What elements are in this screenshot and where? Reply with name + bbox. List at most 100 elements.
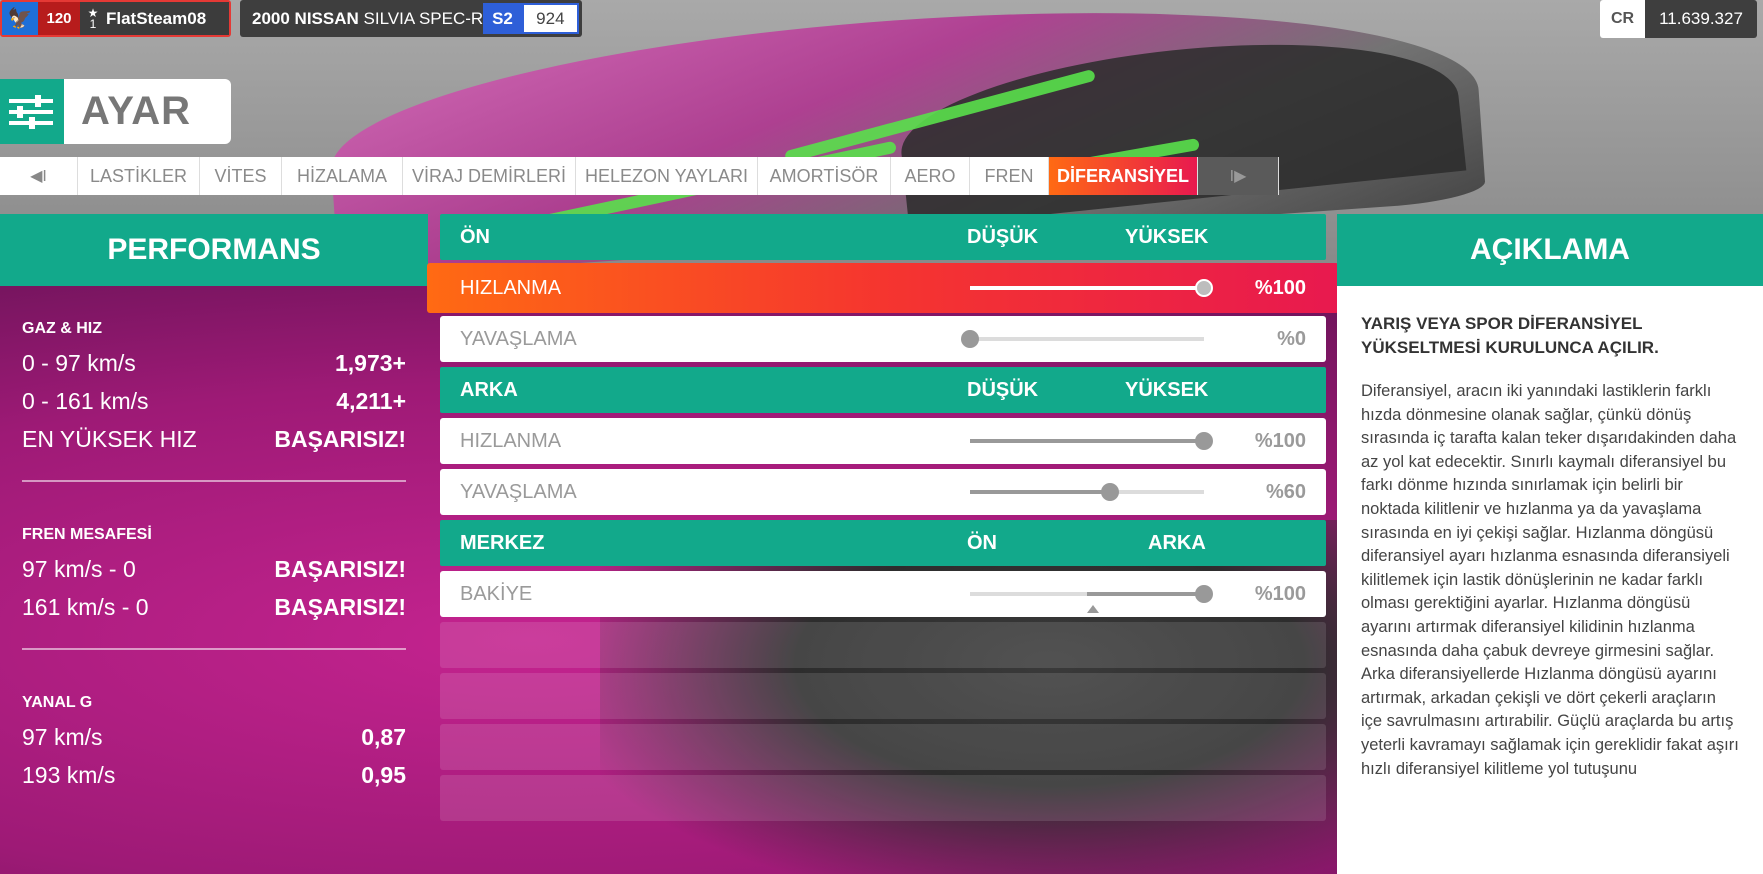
low-label: DÜŞÜK: [967, 378, 1039, 401]
performance-panel: PERFORMANS GAZ & HIZ 0 - 97 km/s 1,973+ 0…: [0, 214, 428, 874]
setting-value: %100: [1254, 583, 1306, 605]
front-acceleration-slider[interactable]: [970, 279, 1213, 297]
car-name: 2000 NISSAN SILVIA SPEC-R: [240, 9, 483, 29]
slider-knob[interactable]: [1195, 585, 1213, 603]
stat-value: 0,95: [361, 761, 406, 788]
player-card: 🦅 120 ★ 1 FlatSteam08: [0, 0, 231, 37]
stat-value: 0,87: [361, 723, 406, 750]
stat-row: 0 - 161 km/s 4,211+: [22, 382, 406, 420]
setting-label: HIZLANMA: [460, 430, 562, 452]
front-end-label: ÖN: [967, 531, 997, 554]
player-level: 120: [46, 10, 72, 27]
stat-row: 97 km/s 0,87: [22, 718, 406, 756]
differential-tuning-panel: ÖN DÜŞÜK YÜKSEK HIZLANMA %100 YAVAŞLAMA …: [427, 214, 1339, 826]
divider: [22, 648, 406, 650]
stat-row: EN YÜKSEK HIZ BAŞARISIZ!: [22, 420, 406, 458]
rear-deceleration-slider[interactable]: [970, 483, 1204, 501]
center-balance-row[interactable]: BAKİYE %100: [440, 571, 1326, 617]
slider-knob[interactable]: [1195, 432, 1213, 450]
stat-row: 0 - 97 km/s 1,973+: [22, 344, 406, 382]
setting-value: %60: [1265, 481, 1306, 503]
stat-label: 193 km/s: [22, 761, 116, 788]
stat-value: BAŞARISIZ!: [274, 425, 406, 452]
high-label: YÜKSEK: [1125, 378, 1209, 401]
empty-row: [440, 775, 1326, 821]
center-header: MERKEZ ÖN ARKA: [440, 520, 1326, 566]
tab-aero[interactable]: AERO: [891, 157, 970, 195]
rear-acceleration-row[interactable]: HIZLANMA %100: [440, 418, 1326, 464]
tab-amortisor[interactable]: AMORTİSÖR: [758, 157, 891, 195]
stat-label: 97 km/s: [22, 723, 103, 750]
center-balance-slider[interactable]: [970, 585, 1213, 603]
stat-row: 193 km/s 0,95: [22, 756, 406, 794]
front-deceleration-row[interactable]: YAVAŞLAMA %0: [440, 316, 1326, 362]
tab-helezon-yaylari[interactable]: HELEZON YAYLARI: [576, 157, 758, 195]
page-title: AYAR: [64, 79, 231, 144]
empty-row: [440, 673, 1326, 719]
stat-label: 0 - 161 km/s: [22, 387, 149, 414]
section-title: GAZ & HIZ: [22, 320, 102, 337]
stat-label: 97 km/s - 0: [22, 555, 136, 582]
section-title: YANAL G: [22, 694, 93, 711]
front-label: ÖN: [460, 225, 490, 248]
car-model: SILVIA SPEC-R: [363, 8, 484, 28]
setting-label: YAVAŞLAMA: [460, 481, 577, 503]
tab-diferansiyel[interactable]: DİFERANSİYEL: [1049, 157, 1198, 195]
description-title: AÇIKLAMA: [1337, 214, 1763, 286]
empty-row: [440, 622, 1326, 668]
credits-value: 11.639.327: [1645, 0, 1757, 38]
stat-row: 97 km/s - 0 BAŞARISIZ!: [22, 550, 406, 588]
rear-deceleration-row[interactable]: YAVAŞLAMA %60: [440, 469, 1326, 515]
rank-star-icon: ★ 1: [87, 5, 99, 31]
slider-knob[interactable]: [1195, 279, 1213, 297]
front-header: ÖN DÜŞÜK YÜKSEK: [440, 214, 1326, 260]
tuning-tabs: ◀I LASTİKLER VİTES HİZALAMA VİRAJ DEMİRL…: [0, 157, 1279, 195]
tab-vites[interactable]: VİTES: [200, 157, 282, 195]
credits-label: CR: [1600, 0, 1645, 38]
setting-label: BAKİYE: [460, 583, 533, 605]
setting-value: %100: [1254, 430, 1306, 452]
slider-knob[interactable]: [1101, 483, 1120, 501]
credits: CR 11.639.327: [1600, 0, 1757, 38]
player-name: FlatSteam08: [106, 8, 207, 28]
stat-value: BAŞARISIZ!: [274, 555, 406, 582]
car-class-badge: S2: [483, 3, 522, 34]
setting-value: %100: [1254, 277, 1306, 299]
stat-row: 161 km/s - 0 BAŞARISIZ!: [22, 588, 406, 626]
slider-knob[interactable]: [961, 330, 979, 348]
rear-label: ARKA: [460, 378, 518, 401]
setting-label: HIZLANMA: [460, 277, 562, 299]
description-body: Diferansiyel, aracın iki yanındaki lasti…: [1361, 382, 1739, 778]
setting-value: %0: [1277, 328, 1306, 350]
sliders-icon: [0, 79, 64, 144]
description-subtitle: YARIŞ VEYA SPOR DİFERANSİYEL YÜKSELTMESİ…: [1361, 314, 1659, 357]
tab-prev-button[interactable]: ◀I: [0, 157, 78, 195]
rear-acceleration-slider[interactable]: [970, 432, 1213, 450]
center-marker-icon: [1087, 605, 1099, 613]
divider: [22, 480, 406, 482]
car-year-make: 2000 NISSAN: [252, 8, 359, 28]
description-panel: AÇIKLAMA YARIŞ VEYA SPOR DİFERANSİYEL YÜ…: [1337, 214, 1763, 874]
eagle-icon: 🦅: [2, 2, 38, 35]
performance-title: PERFORMANS: [0, 214, 428, 286]
stat-value: 4,211+: [336, 387, 406, 414]
car-info: 2000 NISSAN SILVIA SPEC-R S2 924: [240, 0, 582, 37]
tab-hizalama[interactable]: HİZALAMA: [282, 157, 403, 195]
stat-label: EN YÜKSEK HIZ: [22, 425, 197, 452]
tab-viraj-demirleri[interactable]: VİRAJ DEMİRLERİ: [403, 157, 576, 195]
stat-label: 0 - 97 km/s: [22, 349, 136, 376]
tab-next-button[interactable]: I▶: [1198, 157, 1279, 195]
high-label: YÜKSEK: [1125, 225, 1209, 248]
low-label: DÜŞÜK: [967, 225, 1039, 248]
stat-value: 1,973+: [335, 349, 406, 376]
tab-lastikler[interactable]: LASTİKLER: [78, 157, 200, 195]
front-acceleration-row[interactable]: HIZLANMA %100: [427, 263, 1339, 313]
front-deceleration-slider[interactable]: [961, 330, 1204, 348]
tab-fren[interactable]: FREN: [970, 157, 1049, 195]
setting-label: YAVAŞLAMA: [460, 328, 577, 350]
stat-value: BAŞARISIZ!: [274, 593, 406, 620]
center-label: MERKEZ: [460, 531, 545, 554]
rear-header: ARKA DÜŞÜK YÜKSEK: [440, 367, 1326, 413]
player-rank: 1: [89, 16, 97, 31]
section-title: FREN MESAFESİ: [22, 526, 152, 543]
